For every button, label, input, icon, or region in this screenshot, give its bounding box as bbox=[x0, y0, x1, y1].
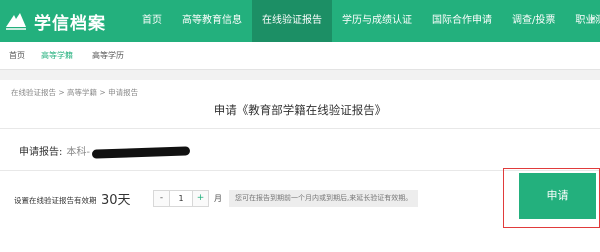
applied-report-label: 申请报告: bbox=[19, 147, 63, 158]
redaction-mark bbox=[91, 145, 191, 159]
nav-item-online-verification-report[interactable]: 在线验证报告 bbox=[252, 0, 332, 42]
site-logo[interactable]: 学信档案 bbox=[4, 7, 106, 35]
nav-item-home[interactable]: 首页 bbox=[132, 0, 172, 42]
book-logo-icon bbox=[4, 11, 28, 31]
subnav-item-student-status[interactable]: 高等学籍 bbox=[41, 42, 73, 70]
validity-period-label: 设置在线验证报告有效期 bbox=[14, 196, 97, 205]
increment-button[interactable]: + bbox=[193, 191, 208, 206]
validity-hint: 您可在报告到期前一个月内或到期后,来延长验证有效期。 bbox=[229, 190, 419, 207]
validity-period-value: 30天 bbox=[101, 193, 131, 208]
page-title: 申请《教育部学籍在线验证报告》 bbox=[213, 103, 387, 117]
nav-item-international-cooperation[interactable]: 国际合作申请 bbox=[422, 0, 502, 42]
title-divider bbox=[0, 128, 600, 129]
nav-item-survey-vote[interactable]: 调查/投票 bbox=[502, 0, 565, 42]
brand-name: 学信档案 bbox=[34, 13, 106, 34]
subnav-item-degree[interactable]: 高等学历 bbox=[92, 42, 124, 70]
breadcrumb: 在线验证报告 > 高等学籍 > 申请报告 bbox=[11, 88, 139, 97]
applied-report-value: 本科- bbox=[66, 147, 90, 158]
month-unit-label: 月 bbox=[214, 194, 222, 203]
applied-report-row: 申请报告: 本科- bbox=[19, 143, 191, 159]
sub-navigation-bar: 首页 高等学籍 高等学历 bbox=[0, 42, 600, 70]
main-nav: 首页 高等教育信息 在线验证报告 学历与成绩认证 国际合作申请 调查/投票 职业… bbox=[132, 0, 600, 42]
decrement-button[interactable]: - bbox=[154, 191, 169, 206]
nav-item-higher-education-info[interactable]: 高等教育信息 bbox=[172, 0, 252, 42]
user-menu-icon[interactable]: ® bbox=[589, 15, 598, 25]
subnav-item-home[interactable]: 首页 bbox=[9, 42, 25, 70]
apply-button[interactable]: 申请 bbox=[519, 173, 596, 219]
validity-months-stepper: - 1 + bbox=[153, 190, 209, 207]
top-navigation-bar: 学信档案 首页 高等教育信息 在线验证报告 学历与成绩认证 国际合作申请 调查/… bbox=[0, 0, 600, 42]
nav-item-degree-grade-certification[interactable]: 学历与成绩认证 bbox=[332, 0, 422, 42]
months-input[interactable]: 1 bbox=[169, 191, 193, 206]
